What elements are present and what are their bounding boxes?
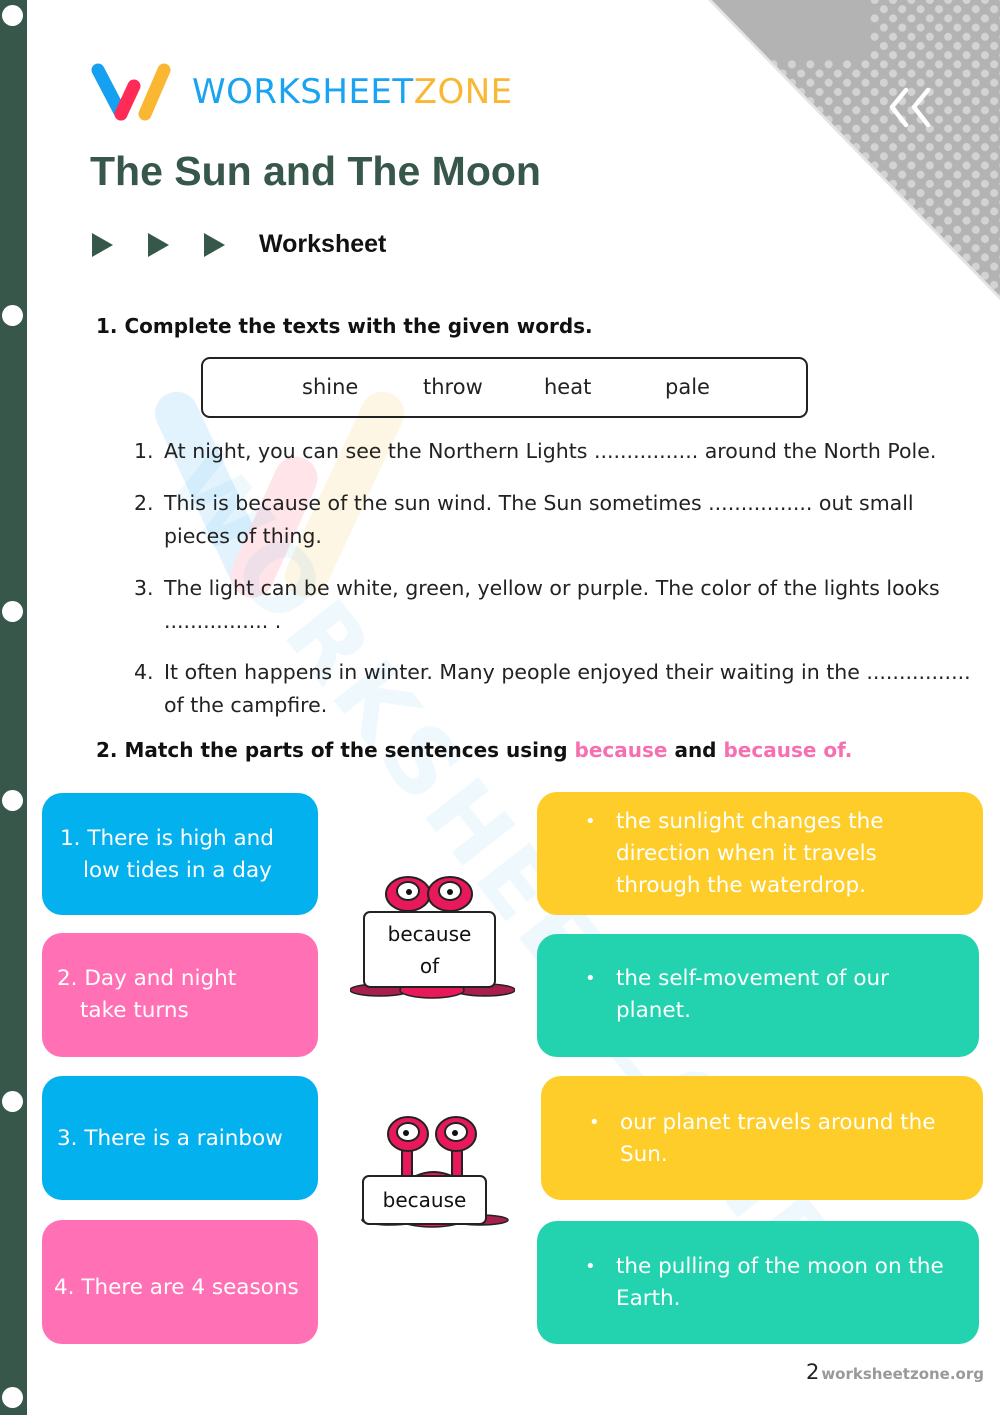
because-of-sign: because of [363,911,496,988]
bullet-icon: • [589,1112,600,1133]
left-card-3[interactable]: 3. There is a rainbow [42,1076,318,1200]
section2-heading: 2. Match the parts of the sentences usin… [96,738,852,762]
worksheetzone-logo-icon [91,63,171,121]
item-number: 4. [134,660,154,684]
right-card-1[interactable]: • the sunlight changes the direction whe… [537,792,983,915]
left-card-4[interactable]: 4. There are 4 seasons [42,1220,318,1344]
page-footer: 2 worksheetzone.org [806,1360,984,1384]
right-card-2[interactable]: • the self-movement of our planet. [537,934,979,1057]
site-link[interactable]: worksheetzone.org [821,1365,984,1383]
binder-hole [2,5,23,26]
sign-text: because [387,921,472,946]
exercise-item: 4. It often happens in winter. Many peop… [134,656,984,722]
card-text: the pulling of the moon on the Earth. [616,1254,944,1311]
brand-logo[interactable]: WORKSHEETZONE [88,60,513,124]
keyword-because: because [574,738,668,762]
card-text: the self-movement of our planet. [616,966,889,1023]
page-title: The Sun and The Moon [90,148,541,194]
keyword-because-of: because of. [723,738,853,762]
heading-mid: and [667,738,724,762]
page-number: 2 [805,1360,820,1384]
bullet-icon: • [585,968,596,989]
play-arrow-icon [148,232,169,257]
card-text: 3. There is a rainbow [57,1126,283,1151]
card-text-line: 2. Day and night [57,966,237,991]
card-text-line: take turns [80,998,189,1023]
brand-name: WORKSHEETZONE [192,72,513,112]
item-number: 3. [134,576,154,600]
left-card-2[interactable]: 2. Day and night take turns [42,933,318,1057]
brand-name-part2: ZONE [413,72,513,112]
word-bank-item: throw [423,375,483,399]
word-bank-item: shine [302,375,359,399]
item-text: The light can be white, green, yellow or… [164,576,940,633]
sign-text: of [419,953,440,978]
bullet-icon: • [585,811,596,832]
bullet-icon: • [585,1256,596,1277]
card-text-line: 1. There is high and [60,826,274,851]
item-text: It often happens in winter. Many people … [164,660,971,717]
card-text-line: low tides in a day [83,858,272,883]
left-card-1[interactable]: 1. There is high and low tides in a day [42,793,318,915]
item-text: At night, you can see the Northern Light… [164,439,937,463]
heading-prefix: 2. Match the parts of the sentences usin… [96,738,575,762]
double-chevron-left-icon[interactable] [886,85,936,135]
subtitle-row: Worksheet [92,230,386,259]
word-bank-item: heat [544,375,592,399]
binder-hole [2,601,23,622]
play-arrow-icon [92,232,113,257]
card-text: 4. There are 4 seasons [54,1275,299,1300]
word-bank: shine throw heat pale [201,357,808,418]
word-bank-item: pale [665,375,710,399]
binder-hole [2,305,23,326]
binder-hole [2,1387,23,1408]
exercise-item: 3. The light can be white, green, yellow… [134,572,984,638]
exercise-item: 2. This is because of the sun wind. The … [134,487,984,553]
because-sign: because [362,1175,487,1225]
item-number: 2. [134,491,154,515]
card-text: our planet travels around the Sun. [620,1110,936,1167]
page-subtitle: Worksheet [259,230,387,258]
binder-hole [2,790,23,811]
section1-heading: 1. Complete the texts with the given wor… [96,314,593,338]
sign-text: because [382,1188,467,1212]
right-card-4[interactable]: • the pulling of the moon on the Earth. [537,1221,979,1344]
item-text: This is because of the sun wind. The Sun… [164,491,914,548]
corner-decoration [700,0,1000,300]
play-arrow-icon [204,232,225,257]
binder-strip [0,0,27,1415]
item-number: 1. [134,439,154,463]
brand-name-part1: WORKSHEET [192,72,414,112]
binder-hole [2,1091,23,1112]
right-card-3[interactable]: • our planet travels around the Sun. [541,1076,983,1200]
card-text: the sunlight changes the direction when … [616,809,884,898]
exercise-item: 1. At night, you can see the Northern Li… [134,435,984,468]
